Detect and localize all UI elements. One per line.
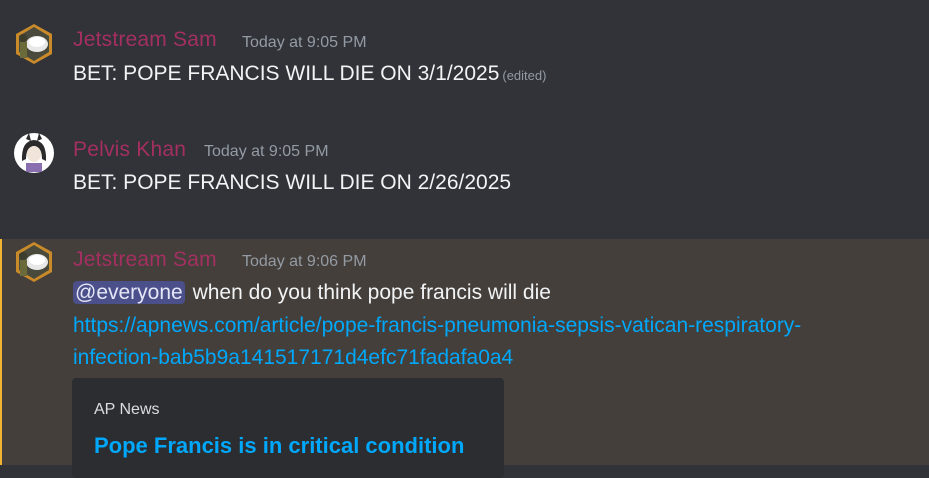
avatar[interactable]: [12, 22, 56, 66]
message-content: BET: POPE FRANCIS WILL DIE ON 3/1/2025: [73, 62, 500, 85]
username[interactable]: Jetstream Sam: [73, 28, 217, 52]
message-text: BET: POPE FRANCIS WILL DIE ON 3/1/2025 (e…: [73, 62, 546, 86]
mention-highlight-bar: [0, 239, 2, 465]
embed-provider[interactable]: AP News: [94, 401, 160, 419]
avatar[interactable]: [12, 240, 56, 284]
username[interactable]: Jetstream Sam: [73, 248, 217, 272]
message-content: when do you think pope francis will die: [192, 281, 551, 304]
timestamp[interactable]: Today at 9:05 PM: [242, 34, 367, 52]
link-embed: AP News Pope Francis is in critical cond…: [72, 378, 504, 478]
rice-bowl-character-avatar-icon: [16, 242, 52, 282]
message-text: @everyone when do you think pope francis…: [73, 281, 551, 305]
message-text: BET: POPE FRANCIS WILL DIE ON 2/26/2025: [73, 171, 512, 194]
username[interactable]: Pelvis Khan: [73, 138, 186, 162]
timestamp[interactable]: Today at 9:05 PM: [204, 143, 329, 161]
everyone-mention[interactable]: @everyone: [73, 281, 185, 304]
rice-bowl-character-avatar-icon: [16, 24, 52, 64]
timestamp[interactable]: Today at 9:06 PM: [242, 253, 367, 271]
embed-title[interactable]: Pope Francis is in critical condition: [94, 433, 464, 459]
anime-girl-avatar-icon: [14, 133, 54, 173]
edited-label: (edited): [502, 68, 547, 83]
article-link-continued[interactable]: infection-bab5b9a141517171d4efc71fadafa0…: [73, 346, 513, 370]
avatar[interactable]: [12, 131, 56, 175]
article-link[interactable]: https://apnews.com/article/pope-francis-…: [73, 314, 801, 338]
